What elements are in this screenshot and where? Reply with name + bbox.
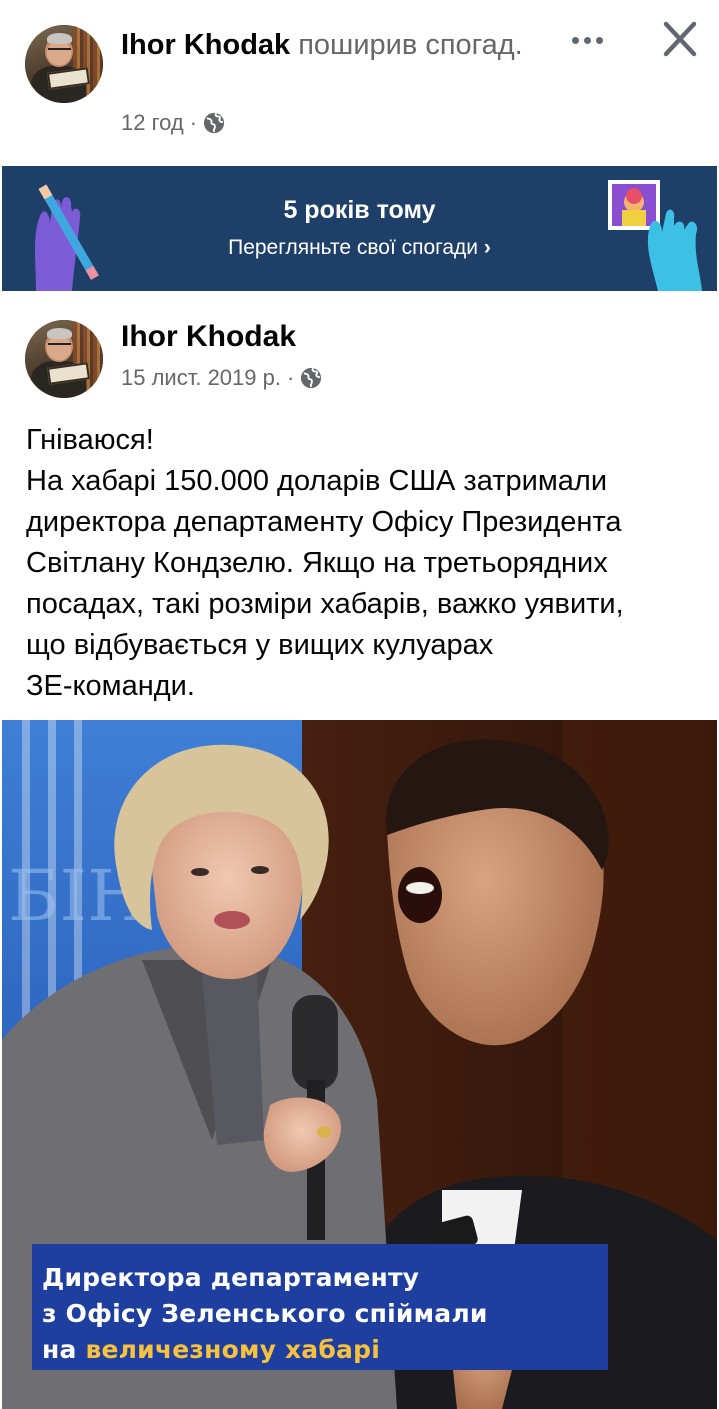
caption-highlight: величезному хабарі (85, 1335, 380, 1364)
post-body-text: Гніваюся! На хабарі 150.000 доларів США … (26, 420, 706, 707)
post-date[interactable]: 15 лист. 2019 р. (121, 365, 281, 391)
photo-hand-illustration (608, 180, 702, 291)
chevron-right-icon: › (483, 236, 491, 259)
view-memories-label: Перегляньте свої спогади (228, 236, 479, 259)
image-caption-banner: Директора департаменту з Офісу Зеленсько… (32, 1244, 608, 1370)
caption-line: з Офісу Зеленського спіймали (42, 1299, 488, 1328)
author-avatar[interactable] (25, 25, 103, 103)
share-action-text: поширив спогад. (290, 29, 523, 61)
caption-prefix: на (42, 1335, 86, 1364)
share-headline: Ihor Khodak поширив спогад. (121, 26, 551, 64)
post-text-line: Гніваюся! (26, 424, 154, 456)
share-meta: 12 год · (121, 110, 225, 136)
caption-line: на величезному хабарі (42, 1332, 608, 1368)
share-header: Ihor Khodak поширив спогад. 12 год · (0, 0, 719, 160)
post-author-name[interactable]: Ihor Khodak (121, 320, 296, 354)
caption-line: Директора департаменту (42, 1263, 420, 1292)
meta-separator: · (286, 365, 295, 390)
globe-icon (301, 367, 322, 389)
post-text-line: директора департаменту Офісу Президента (26, 506, 622, 538)
post-author-avatar[interactable] (25, 320, 103, 398)
globe-icon (203, 112, 225, 134)
post-text-line: що відбувається у вищих кулуарах (26, 629, 494, 661)
post-text-line: ЗЕ-команди. (26, 670, 195, 702)
share-author-name[interactable]: Ihor Khodak (121, 29, 290, 61)
post-text-line: посадах, такі розміри хабарів, важко уяв… (26, 588, 624, 620)
share-timestamp[interactable]: 12 год (121, 110, 184, 136)
more-options-icon[interactable] (563, 20, 611, 60)
post-text-line: На хабарі 150.000 доларів США затримали (26, 465, 608, 497)
post-text-line: Світлану Кондзелю. Якщо на третьорядних (26, 547, 608, 579)
close-icon[interactable] (656, 18, 704, 62)
raised-hand-pencil-illustration (35, 184, 99, 291)
post-meta: 15 лист. 2019 р. · (121, 365, 322, 391)
post-photo[interactable]: БІН Директора департаменту з Офісу Зелен… (2, 720, 717, 1409)
memories-banner[interactable]: 5 років тому Перегляньте свої спогади › (2, 166, 717, 291)
meta-separator: · (189, 110, 198, 135)
